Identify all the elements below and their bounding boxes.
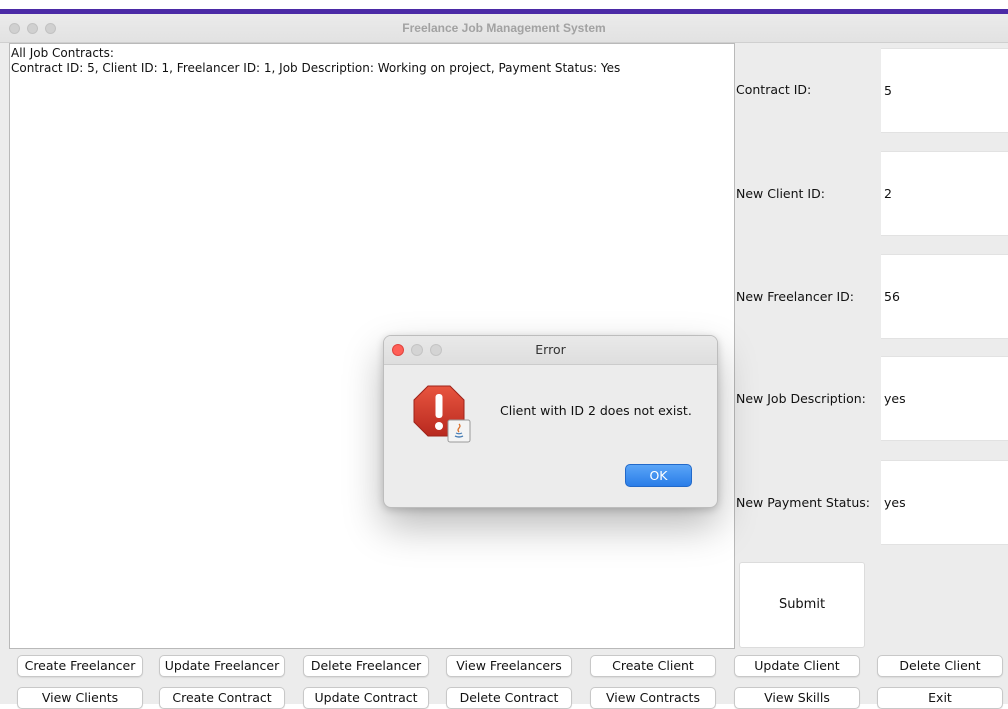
freelancer-id-value: 56 — [884, 289, 900, 304]
job-description-input[interactable]: yes — [881, 356, 1008, 441]
payment-status-value: yes — [884, 495, 906, 510]
payment-status-label: New Payment Status: — [736, 495, 870, 510]
client-id-input[interactable]: 2 — [881, 151, 1008, 236]
warning-icon — [413, 385, 471, 443]
client-id-label: New Client ID: — [736, 186, 825, 201]
output-line: All Job Contracts: — [11, 46, 114, 60]
output-line: Contract ID: 5, Client ID: 1, Freelancer… — [11, 61, 621, 75]
desktop-strip — [0, 0, 1008, 14]
view-contracts-button[interactable]: View Contracts — [590, 687, 716, 709]
ok-button[interactable]: OK — [625, 464, 692, 487]
dialog-message: Client with ID 2 does not exist. — [500, 403, 692, 418]
create-freelancer-button[interactable]: Create Freelancer — [17, 655, 143, 677]
window-title: Freelance Job Management System — [402, 21, 606, 35]
job-description-label: New Job Description: — [736, 391, 866, 406]
error-dialog: Error Client with ID 2 does not exist. O… — [383, 335, 718, 508]
update-contract-button[interactable]: Update Contract — [303, 687, 429, 709]
delete-client-button[interactable]: Delete Client — [877, 655, 1003, 677]
create-contract-button[interactable]: Create Contract — [159, 687, 285, 709]
view-freelancers-button[interactable]: View Freelancers — [446, 655, 572, 677]
submit-button[interactable]: Submit — [739, 562, 865, 648]
freelancer-id-label: New Freelancer ID: — [736, 289, 855, 304]
delete-contract-button[interactable]: Delete Contract — [446, 687, 572, 709]
window-titlebar[interactable]: Freelance Job Management System — [0, 14, 1008, 43]
update-freelancer-button[interactable]: Update Freelancer — [159, 655, 285, 677]
job-description-value: yes — [884, 391, 906, 406]
contract-id-input[interactable]: 5 — [881, 48, 1008, 133]
contract-id-label: Contract ID: — [736, 82, 812, 97]
client-id-value: 2 — [884, 186, 892, 201]
exit-button[interactable]: Exit — [877, 687, 1003, 709]
create-client-button[interactable]: Create Client — [590, 655, 716, 677]
view-clients-button[interactable]: View Clients — [17, 687, 143, 709]
payment-status-input[interactable]: yes — [881, 460, 1008, 545]
update-client-button[interactable]: Update Client — [734, 655, 860, 677]
delete-freelancer-button[interactable]: Delete Freelancer — [303, 655, 429, 677]
java-icon — [447, 419, 471, 443]
dialog-title: Error — [535, 342, 566, 357]
view-skills-button[interactable]: View Skills — [734, 687, 860, 709]
contract-id-value: 5 — [884, 83, 892, 98]
dialog-titlebar[interactable]: Error — [384, 336, 717, 365]
freelancer-id-input[interactable]: 56 — [881, 254, 1008, 339]
